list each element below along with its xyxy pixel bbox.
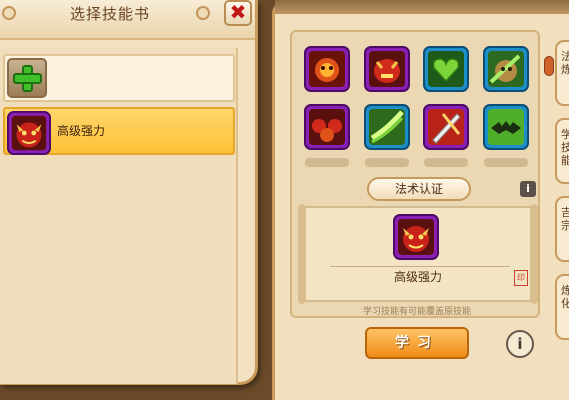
red-split-icon[interactable] [304,104,350,150]
side-tab-label: 吉 宗 [557,198,569,232]
close-button[interactable]: ✖ [224,0,252,26]
scroll-divider [330,266,510,267]
side-tab-3[interactable]: 吉 宗 [555,196,569,262]
learn-button[interactable]: 学习 [365,327,469,359]
spell-certification-button[interactable]: 法术认证 [367,177,471,201]
empty-skill-slot [365,158,409,167]
panel-top-border [275,0,569,14]
help-info-icon[interactable]: i [506,330,534,358]
panel-title: 选择技能书 [69,5,150,23]
side-tab-label: 炼 化 [557,276,569,310]
side-tab-label: 学 技 能 [557,120,569,167]
green-slash-icon[interactable] [364,104,410,150]
green-beast-icon[interactable] [483,46,529,92]
scroll-rod-left [298,204,306,304]
skill-book-select-panel: 选择技能书 ✖ 高级强力 [0,0,258,385]
selected-skill-name: 高级强力 [393,270,442,284]
side-tab-1[interactable]: 法 炼 [555,40,569,106]
skill-learn-panel: 法术认证 i 高级强力 印 学习技能有可能覆盖原技能 学习 i 法 炼 学 技 … [272,0,569,400]
seal-stamp-icon: 印 [514,270,528,286]
red-beast-power-icon [7,111,51,155]
fire-demon-icon[interactable] [304,46,350,92]
skill-book-name: 高级强力 [57,124,106,138]
skill-book-item-selected[interactable]: 高级强力 [3,107,235,155]
skill-inventory-box: 法术认证 i 高级强力 印 学习技能有可能覆盖原技能 [290,30,554,318]
empty-skill-slot [424,158,468,167]
red-blade-icon[interactable] [423,104,469,150]
info-icon[interactable]: i [520,181,536,197]
panel-knob [544,56,554,76]
green-plus-icon[interactable] [7,58,47,98]
empty-skill-slot [305,158,349,167]
plus-horizontal-bar [13,73,42,84]
green-bat-icon[interactable] [483,104,529,150]
panel-header: 选择技能书 ✖ [0,0,255,40]
side-tab-label: 法 炼 [557,42,569,76]
empty-skill-slot [484,158,528,167]
ornament-left [2,6,16,20]
learned-skill-grid [304,46,534,167]
overwrite-warning: 学习技能有可能覆盖原技能 [362,307,471,317]
add-skill-book-row[interactable] [3,54,235,102]
side-tab-4[interactable]: 炼 化 [555,274,569,340]
skill-book-list: 高级强力 [0,48,238,384]
scroll-rod-right [530,204,538,304]
ornament-right [196,6,210,20]
skill-scroll-preview: 高级强力 印 [298,204,538,304]
red-beast-power-icon [393,214,439,260]
red-monster-icon[interactable] [364,46,410,92]
side-tab-learn-skill[interactable]: 学 技 能 [555,118,569,184]
green-heart-icon[interactable] [423,46,469,92]
